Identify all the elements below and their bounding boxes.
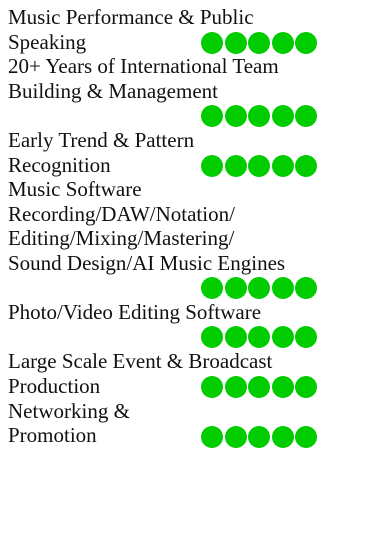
rating-dot-icon — [201, 425, 223, 448]
skill-rating — [201, 325, 363, 350]
skill-name: 20+ Years of International Team Building… — [8, 54, 279, 103]
skill-name: Music Software Recording/DAW/Notation/ E… — [8, 177, 286, 275]
rating-dot-icon — [271, 276, 294, 299]
skill-rating — [201, 376, 317, 399]
skill-rating — [201, 425, 317, 448]
rating-dot-icon — [248, 276, 270, 299]
rating-dot-icon — [271, 32, 294, 54]
skill-rating — [201, 32, 317, 54]
rating-dot-icon — [248, 32, 270, 54]
rating-dot-icon — [271, 104, 294, 127]
rating-dot-icon — [271, 376, 294, 399]
rating-dot-icon — [271, 326, 294, 349]
rating-dot-icon — [248, 154, 270, 177]
rating-dot-icon — [224, 154, 247, 177]
skills-list: Music Performance & Public Speaking 20+ … — [8, 5, 363, 448]
rating-dot-icon — [248, 425, 270, 448]
skill-rating — [201, 276, 363, 301]
skill-item: Networking & Promotion — [8, 399, 363, 448]
skill-item: Early Trend & Pattern Recognition — [8, 128, 363, 177]
rating-dot-icon — [248, 104, 270, 127]
rating-dot-icon — [201, 276, 223, 299]
skill-rating — [201, 103, 363, 128]
rating-dot-icon — [201, 326, 223, 349]
rating-dot-icon — [201, 104, 223, 127]
rating-dot-icon — [248, 376, 270, 399]
rating-dot-icon — [224, 104, 247, 127]
rating-dot-icon — [201, 376, 223, 399]
rating-dot-icon — [295, 326, 317, 349]
skill-item: Large Scale Event & Broadcast Production — [8, 349, 363, 399]
rating-dot-icon — [295, 425, 317, 448]
rating-dot-icon — [201, 154, 223, 177]
rating-dot-icon — [201, 32, 223, 54]
skill-rating — [201, 154, 317, 177]
skill-item: Music Software Recording/DAW/Notation/ E… — [8, 177, 363, 300]
skill-item: Music Performance & Public Speaking — [8, 5, 363, 54]
rating-dot-icon — [224, 276, 247, 299]
skill-item: 20+ Years of International Team Building… — [8, 54, 363, 128]
rating-dot-icon — [295, 104, 317, 127]
rating-dot-icon — [224, 425, 247, 448]
skill-item: Photo/Video Editing Software — [8, 300, 363, 349]
rating-dot-icon — [224, 326, 247, 349]
rating-dot-icon — [271, 425, 294, 448]
rating-dot-icon — [295, 154, 317, 177]
rating-dot-icon — [295, 32, 317, 54]
rating-dot-icon — [224, 376, 247, 399]
rating-dot-icon — [271, 154, 294, 177]
rating-dot-icon — [224, 32, 247, 54]
rating-dot-icon — [248, 326, 270, 349]
rating-dot-icon — [295, 376, 317, 399]
rating-dot-icon — [295, 276, 317, 299]
skill-name: Photo/Video Editing Software — [8, 300, 262, 325]
